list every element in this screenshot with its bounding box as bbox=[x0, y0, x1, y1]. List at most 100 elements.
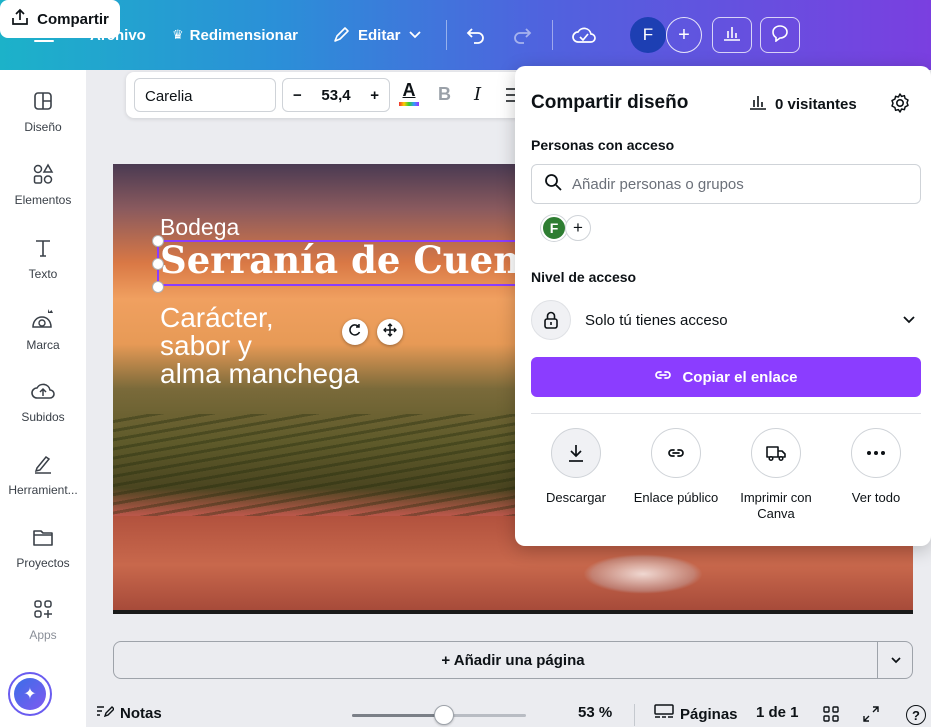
add-people-placeholder: Añadir personas o grupos bbox=[572, 175, 744, 193]
italic-button[interactable]: I bbox=[474, 84, 481, 105]
bottom-bar: Notas 53 % Páginas 1 de 1 ? bbox=[86, 700, 931, 727]
link-icon bbox=[654, 368, 672, 386]
divider bbox=[531, 413, 921, 414]
notes-button[interactable]: Notas bbox=[96, 704, 162, 722]
zoom-slider-thumb[interactable] bbox=[434, 705, 455, 725]
sidebar-item-label: Subidos bbox=[21, 410, 65, 424]
truck-icon bbox=[751, 428, 801, 478]
upload-cloud-icon bbox=[31, 376, 55, 406]
font-name: Carelia bbox=[145, 88, 193, 105]
collaborator-avatar[interactable]: F bbox=[541, 215, 567, 241]
magic-assistant-button[interactable]: ✦ bbox=[8, 672, 52, 716]
pages-label: Páginas bbox=[680, 705, 738, 723]
sidebar-item-apps[interactable]: Apps bbox=[0, 594, 86, 664]
access-level-heading: Nivel de acceso bbox=[531, 269, 637, 285]
cloud-saved-icon[interactable] bbox=[572, 0, 596, 70]
visitors-button[interactable]: 0 visitantes bbox=[749, 94, 857, 114]
text-toolbar: Carelia − 53,4 + A B I bbox=[126, 72, 526, 118]
download-action[interactable]: Descargar bbox=[526, 428, 626, 506]
design-text-line-3[interactable]: alma manchega bbox=[160, 360, 359, 388]
invite-button[interactable]: + bbox=[666, 17, 702, 53]
access-level-select[interactable]: Solo tú tienes acceso bbox=[531, 296, 921, 344]
sidebar-item-uploads[interactable]: Subidos bbox=[0, 376, 86, 446]
text-icon bbox=[32, 233, 54, 263]
search-icon bbox=[544, 173, 562, 195]
pages-icon bbox=[654, 704, 674, 724]
font-family-select[interactable]: Carelia bbox=[134, 78, 276, 112]
sidebar-item-projects[interactable]: Proyectos bbox=[0, 522, 86, 592]
see-all-action[interactable]: Ver todo bbox=[826, 428, 926, 506]
sidebar-item-tools[interactable]: Herramient... bbox=[0, 449, 86, 519]
redo-icon[interactable] bbox=[512, 0, 532, 70]
comments-button[interactable] bbox=[760, 17, 800, 53]
zoom-value[interactable]: 53 % bbox=[578, 704, 612, 721]
text-color-icon: A bbox=[402, 80, 416, 100]
design-text-bodega[interactable]: Bodega bbox=[160, 214, 239, 241]
bar-chart-icon bbox=[749, 94, 767, 114]
visitors-count: 0 visitantes bbox=[775, 95, 857, 113]
settings-gear-icon[interactable] bbox=[889, 92, 911, 119]
rotate-button[interactable] bbox=[342, 319, 368, 345]
fullscreen-icon[interactable] bbox=[863, 706, 879, 722]
notes-label: Notas bbox=[120, 704, 162, 722]
public-link-action[interactable]: Enlace público bbox=[626, 428, 726, 506]
insights-button[interactable] bbox=[712, 17, 752, 53]
sidebar-item-brand[interactable]: Marca bbox=[0, 304, 86, 374]
edit-label: Editar bbox=[358, 26, 401, 44]
sidebar-item-text[interactable]: Texto bbox=[0, 233, 86, 303]
resize-handle-bottom-left[interactable] bbox=[152, 281, 164, 293]
plus-icon: + bbox=[573, 218, 583, 237]
design-text-line-2[interactable]: sabor y bbox=[160, 332, 252, 360]
help-button[interactable]: ? bbox=[906, 705, 926, 725]
design-text-line-1[interactable]: Carácter, bbox=[160, 304, 274, 332]
sidebar-item-label: Apps bbox=[29, 628, 57, 642]
add-page-dropdown[interactable] bbox=[877, 641, 913, 679]
file-menu[interactable]: Archivo bbox=[90, 0, 146, 70]
increase-size-button[interactable]: + bbox=[370, 87, 379, 104]
resize-handle-top-left[interactable] bbox=[152, 235, 164, 247]
selection-box[interactable] bbox=[157, 240, 537, 286]
grid-view-icon[interactable] bbox=[823, 706, 839, 722]
decrease-size-button[interactable]: − bbox=[293, 87, 302, 104]
add-people-input[interactable]: Añadir personas o grupos bbox=[531, 164, 921, 204]
folder-icon bbox=[32, 522, 54, 552]
pages-button[interactable]: Páginas bbox=[654, 704, 738, 724]
copy-link-button[interactable]: Copiar el enlace bbox=[531, 357, 921, 397]
undo-icon[interactable] bbox=[466, 0, 486, 70]
download-icon bbox=[551, 428, 601, 478]
action-label: Imprimir con Canva bbox=[740, 490, 812, 521]
chevron-down-icon bbox=[903, 311, 915, 329]
user-avatar[interactable]: F bbox=[630, 17, 666, 53]
resize-button[interactable]: ♛ Redimensionar bbox=[172, 0, 298, 70]
crown-icon: ♛ bbox=[172, 27, 184, 42]
brand-icon bbox=[30, 304, 56, 334]
chevron-down-icon bbox=[890, 651, 901, 669]
apps-icon bbox=[32, 594, 54, 624]
hamburger-menu-icon[interactable] bbox=[34, 0, 54, 70]
bold-icon: B bbox=[438, 84, 451, 104]
sidebar-item-elements[interactable]: Elementos bbox=[0, 159, 86, 229]
zoom-slider-fill bbox=[352, 714, 445, 717]
add-page-button[interactable]: + Añadir una página bbox=[113, 641, 913, 679]
avatar-letter: F bbox=[549, 220, 559, 236]
action-label: Descargar bbox=[546, 490, 606, 505]
text-color-button[interactable]: A bbox=[398, 80, 420, 110]
sidebar-item-label: Proyectos bbox=[16, 556, 70, 570]
bar-chart-icon bbox=[723, 25, 741, 46]
link-icon bbox=[651, 428, 701, 478]
sidebar-item-label: Herramient... bbox=[8, 483, 78, 497]
resize-handle-left[interactable] bbox=[152, 258, 164, 270]
move-button[interactable] bbox=[377, 319, 403, 345]
lock-icon bbox=[531, 300, 571, 340]
sidebar-item-design[interactable]: Diseño bbox=[0, 86, 86, 156]
people-access-heading: Personas con acceso bbox=[531, 137, 675, 153]
font-size-value[interactable]: 53,4 bbox=[321, 87, 350, 104]
share-panel-title: Compartir diseño bbox=[531, 92, 689, 113]
chevron-down-icon bbox=[408, 31, 421, 39]
bold-button[interactable]: B bbox=[438, 84, 451, 105]
print-action[interactable]: Imprimir con Canva bbox=[726, 428, 826, 522]
page-counter: 1 de 1 bbox=[756, 704, 799, 721]
pencil-icon bbox=[332, 26, 350, 44]
add-collaborator-button[interactable]: + bbox=[565, 215, 591, 241]
edit-menu[interactable]: Editar bbox=[332, 0, 421, 70]
